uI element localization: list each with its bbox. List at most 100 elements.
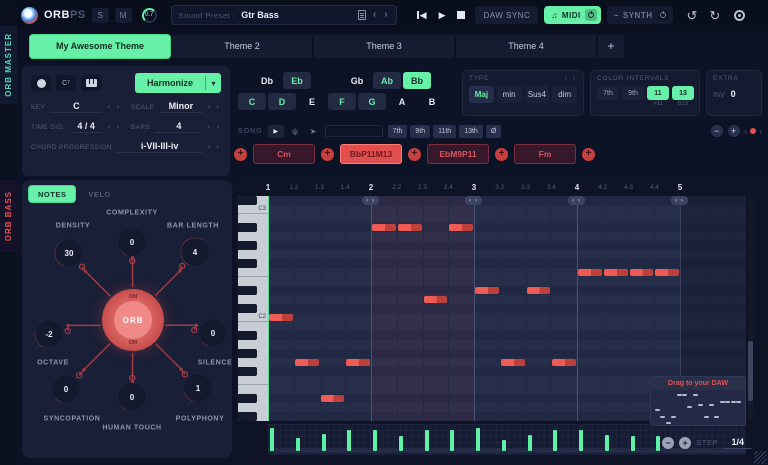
- midi-note-f2[interactable]: [655, 269, 679, 276]
- midi-note-eb1[interactable]: [321, 395, 345, 402]
- chord-block-bbp11m13[interactable]: BbP11M13: [340, 144, 402, 164]
- velocity-bar[interactable]: [631, 436, 635, 451]
- pitch-f[interactable]: F: [328, 93, 356, 110]
- chord-progression-field[interactable]: CHORD PROGRESSION i-VII-III-iv ‹ ›: [31, 141, 221, 153]
- chord-remove-button[interactable]: −: [711, 125, 723, 137]
- interval-7th-button[interactable]: 7th: [597, 86, 619, 100]
- pitch-gb[interactable]: Gb: [343, 72, 371, 89]
- velocity-bar[interactable]: [347, 430, 351, 451]
- settings-icon[interactable]: [734, 10, 745, 21]
- interval-7th[interactable]: 7th: [597, 86, 619, 107]
- scale-stepper[interactable]: ‹ ›: [207, 102, 221, 111]
- synth-power-icon[interactable]: [657, 9, 669, 21]
- export-icon[interactable]: ➤: [307, 125, 320, 138]
- velocity-bar[interactable]: [656, 436, 660, 451]
- orb-mode-icon[interactable]: [31, 75, 51, 91]
- midi-note-bb2[interactable]: [372, 224, 396, 231]
- tab-velo[interactable]: VELO: [79, 186, 119, 202]
- midi-note-g1[interactable]: [552, 359, 576, 366]
- pitch-c[interactable]: C: [238, 93, 266, 110]
- velocity-bar[interactable]: [579, 430, 583, 451]
- chord-block-cm[interactable]: Cm: [253, 144, 315, 164]
- key-stepper[interactable]: ‹ ›: [107, 102, 121, 111]
- tab-theme-2[interactable]: Theme 2: [172, 35, 312, 58]
- pitch-db[interactable]: Db: [253, 72, 281, 89]
- song-name-input[interactable]: [325, 125, 383, 137]
- chord-block-ebm9p11[interactable]: EbM9P11: [427, 144, 489, 164]
- daw-sync-button[interactable]: DAW SYNC: [475, 6, 538, 24]
- piano-mode-icon[interactable]: [81, 75, 101, 91]
- pitch-eb[interactable]: Eb: [283, 72, 311, 89]
- pitch-ab[interactable]: Ab: [373, 72, 401, 89]
- type-stepper[interactable]: ‹ ›: [564, 75, 577, 82]
- bars-field[interactable]: BARS 4 ‹ ›: [131, 121, 221, 133]
- black-key[interactable]: [238, 367, 257, 376]
- add-chord-button[interactable]: +: [321, 148, 334, 161]
- knob-bar-length[interactable]: 4: [181, 238, 209, 266]
- song-ext-13th[interactable]: 13th: [459, 125, 483, 138]
- midi-note-g1[interactable]: [295, 359, 319, 366]
- velocity-bar[interactable]: [373, 430, 377, 451]
- pitch-b[interactable]: B: [418, 93, 446, 110]
- midi-note-f2[interactable]: [578, 269, 602, 276]
- add-chord-button[interactable]: +: [495, 148, 508, 161]
- pitch-g[interactable]: G: [358, 93, 386, 110]
- step-value[interactable]: 1/4: [723, 437, 752, 449]
- bars-value[interactable]: 4: [155, 121, 202, 133]
- harmonize-button[interactable]: Harmonize ▾: [135, 73, 221, 93]
- midi-toggle[interactable]: ♫ MIDI: [544, 6, 600, 24]
- interval-9th-button[interactable]: 9th: [622, 86, 644, 100]
- knob-human-touch[interactable]: 0: [118, 383, 146, 411]
- rewind-button[interactable]: ◀: [417, 10, 427, 21]
- pitch-e[interactable]: E: [298, 93, 326, 110]
- midi-note-eb2[interactable]: [475, 287, 499, 294]
- save-preset-icon[interactable]: [358, 10, 366, 20]
- key-value[interactable]: C: [50, 101, 102, 113]
- knob-complexity[interactable]: 0: [118, 228, 146, 256]
- midi-note-bb2[interactable]: [398, 224, 422, 231]
- velocity-bar[interactable]: [296, 438, 300, 451]
- chord-add-button[interactable]: +: [728, 125, 740, 137]
- knob-octave[interactable]: -2: [35, 320, 63, 348]
- preset-prev-icon[interactable]: ‹: [372, 10, 377, 20]
- midi-note-d2[interactable]: [424, 296, 448, 303]
- tab-theme-4[interactable]: Theme 4: [456, 35, 596, 58]
- bar-resize-handle[interactable]: ‹ ›: [671, 196, 688, 205]
- tab-notes[interactable]: NOTES: [29, 186, 75, 202]
- black-key[interactable]: [238, 304, 257, 313]
- vertical-scrollbar[interactable]: [748, 196, 753, 421]
- black-key[interactable]: [238, 241, 257, 250]
- timesig-field[interactable]: TIME SIG. 4 / 4 ‹ ›: [31, 121, 121, 133]
- interval-11-button[interactable]: 11: [647, 86, 669, 100]
- chord-progression-stepper[interactable]: ‹ ›: [207, 142, 221, 151]
- interval-13-button[interactable]: 13: [672, 86, 694, 100]
- song-ext-11th[interactable]: 11th: [433, 125, 456, 138]
- add-theme-button[interactable]: +: [598, 35, 624, 58]
- midi-note-c2[interactable]: [269, 314, 293, 321]
- humanize-icon[interactable]: ψ: [289, 125, 302, 138]
- chord-progression-value[interactable]: i-VII-III-iv: [117, 141, 203, 153]
- bar-resize-handle[interactable]: ‹ ›: [465, 196, 482, 205]
- mute-button[interactable]: M: [115, 8, 132, 23]
- type-maj[interactable]: Maj: [469, 86, 494, 103]
- song-ext-ø[interactable]: Ø: [486, 125, 501, 138]
- midi-power-icon[interactable]: [585, 9, 597, 21]
- rail-tab-orb-master[interactable]: ORB MASTER: [0, 26, 17, 104]
- interval-9th[interactable]: 9th: [622, 86, 644, 107]
- velocity-bar[interactable]: [502, 440, 506, 451]
- type-min[interactable]: min: [497, 86, 522, 103]
- preset-next-icon[interactable]: ›: [383, 10, 388, 20]
- redo-icon[interactable]: ↻: [709, 9, 720, 22]
- velocity-bar[interactable]: [553, 430, 557, 451]
- knob-silence[interactable]: 0: [199, 319, 227, 347]
- scale-field[interactable]: SCALE Minor ‹ ›: [131, 101, 221, 113]
- orb-main-button[interactable]: ON ORB ON: [102, 289, 164, 351]
- velocity-bar[interactable]: [270, 428, 274, 451]
- stop-button[interactable]: [457, 11, 465, 19]
- velocity-bar[interactable]: [450, 430, 454, 451]
- piano-keyboard[interactable]: C3C2: [238, 196, 268, 421]
- solo-button[interactable]: S: [92, 8, 109, 23]
- midi-note-f2[interactable]: [630, 269, 654, 276]
- page-prev-icon[interactable]: ‹: [745, 127, 748, 136]
- step-minus-button[interactable]: −: [662, 437, 674, 449]
